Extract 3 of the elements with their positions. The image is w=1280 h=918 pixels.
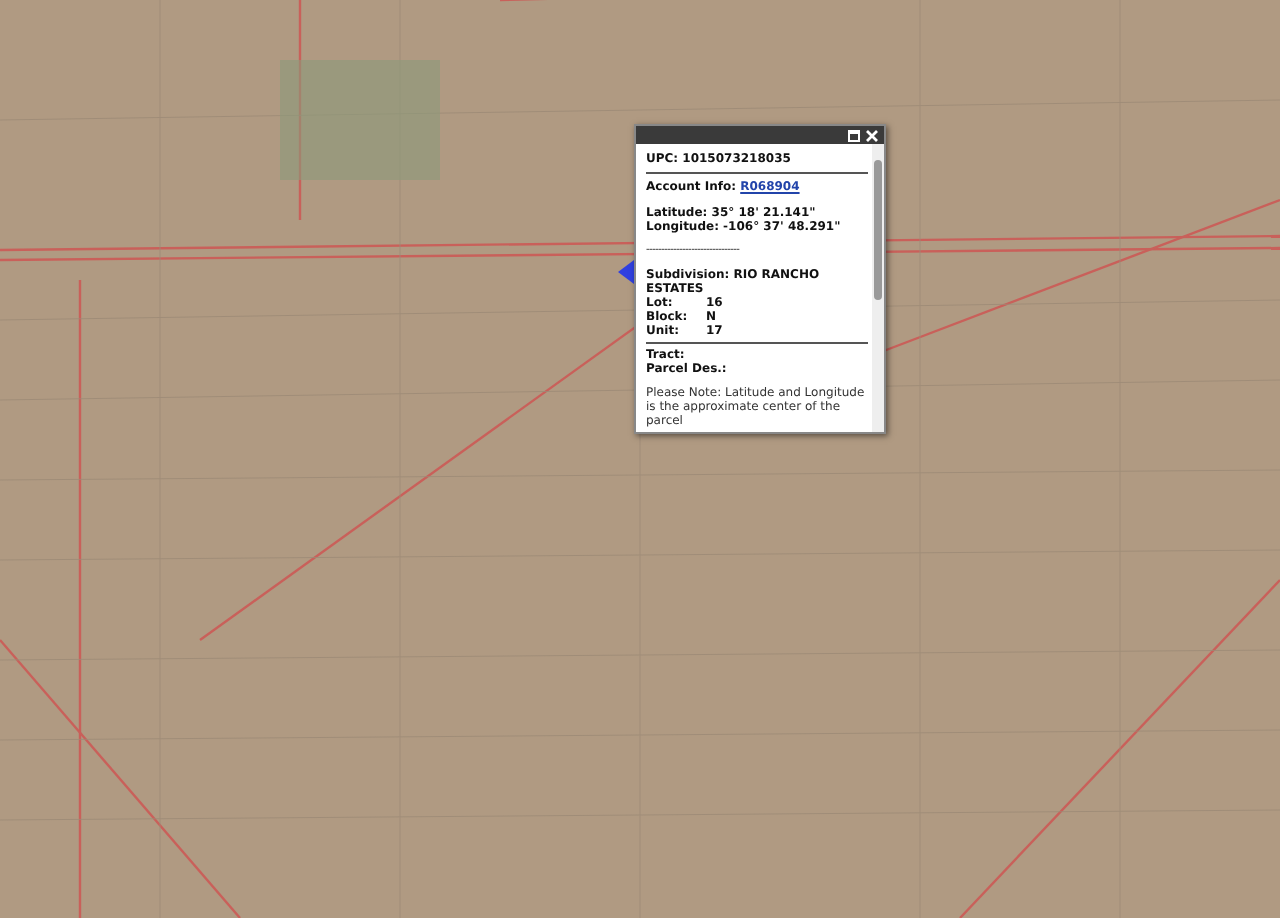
close-icon[interactable] — [866, 129, 878, 141]
maximize-icon[interactable] — [848, 129, 860, 141]
scrollbar[interactable] — [872, 144, 884, 432]
